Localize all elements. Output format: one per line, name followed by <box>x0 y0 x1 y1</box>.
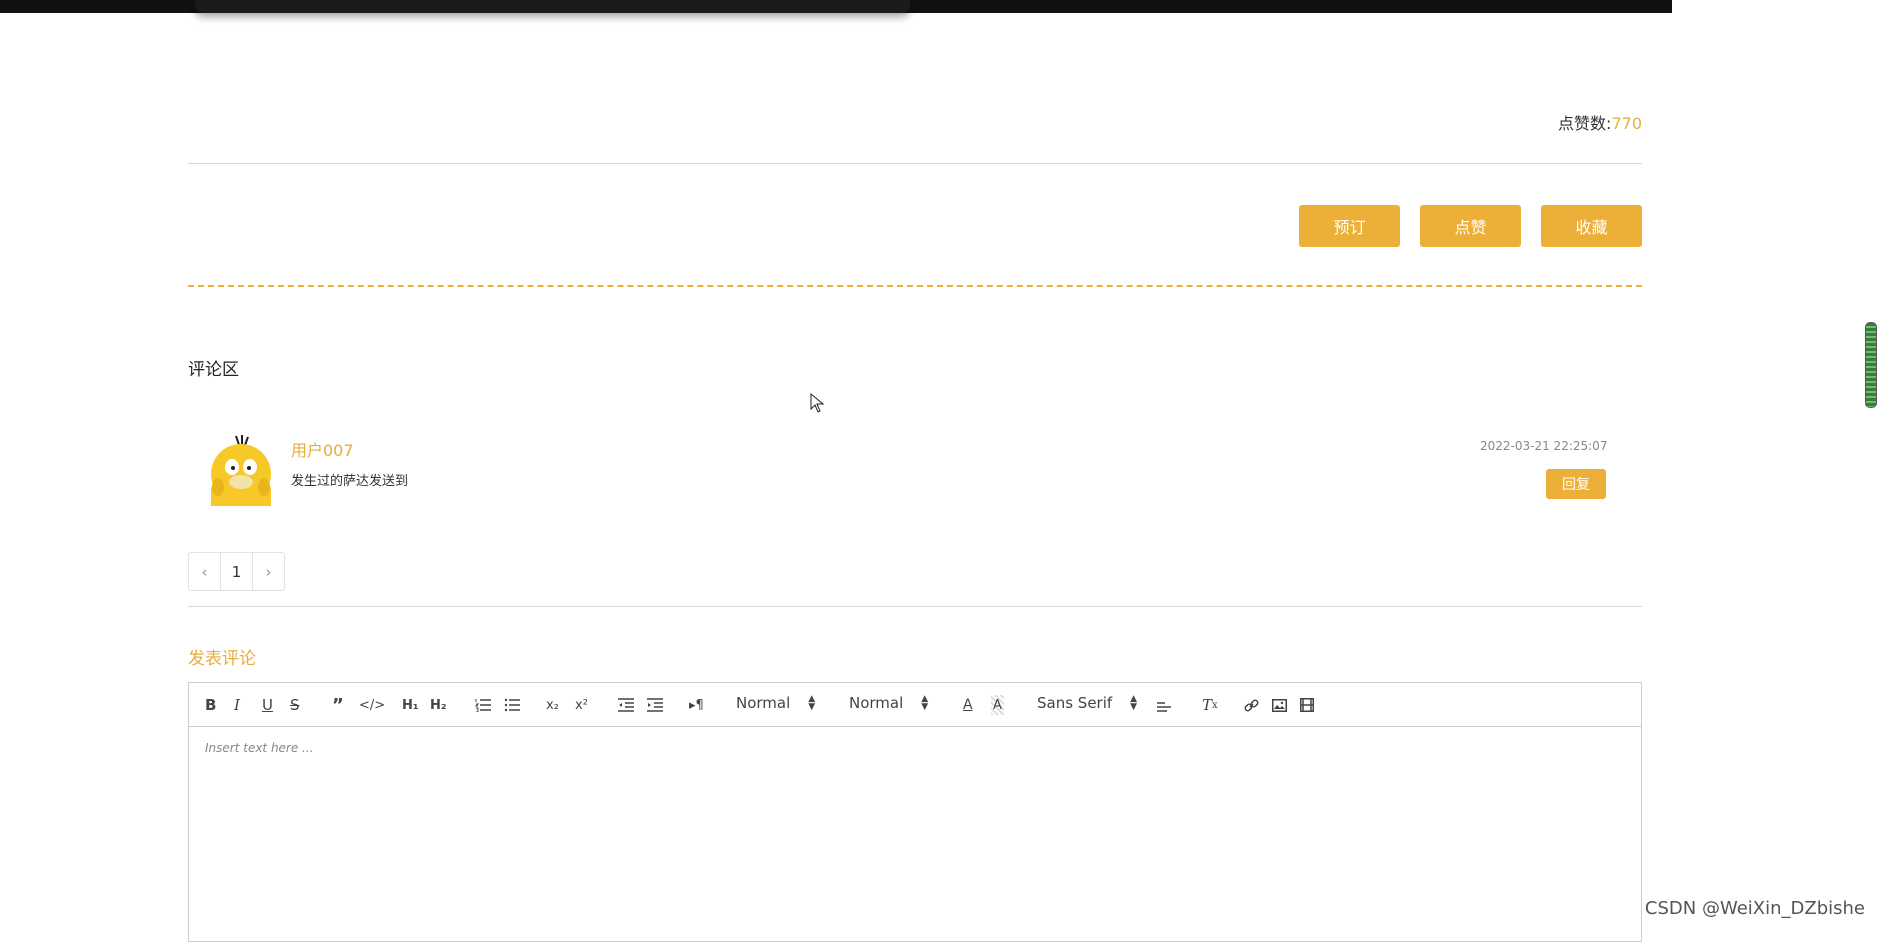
code-block-icon[interactable]: </> <box>359 695 385 715</box>
indent-icon[interactable] <box>647 695 663 715</box>
bold-icon[interactable]: B <box>205 695 216 715</box>
italic-icon[interactable]: I <box>234 695 240 715</box>
align-icon[interactable] <box>1157 695 1171 715</box>
strike-icon[interactable]: S <box>290 695 300 715</box>
subscript-icon[interactable]: x₂ <box>546 695 559 715</box>
mouse-cursor-icon <box>810 392 825 417</box>
superscript-icon[interactable]: x² <box>575 695 588 715</box>
text-color-icon[interactable]: A <box>963 695 973 715</box>
book-button[interactable]: 预订 <box>1299 205 1400 247</box>
font-select-value: Sans Serif <box>1037 694 1113 712</box>
background-color-icon[interactable]: A <box>991 695 1004 715</box>
clear-format-icon[interactable]: Tx <box>1202 695 1218 715</box>
reply-button[interactable]: 回复 <box>1546 469 1606 499</box>
divider <box>188 606 1642 607</box>
duck-avatar-icon <box>211 435 271 506</box>
top-bar <box>0 0 1672 13</box>
size-select[interactable]: Normal ▲ ▼ <box>849 694 928 712</box>
editor-toolbar: B I U S ” </> H₁ H₂ x₂ x² ▸¶ Normal ▲ ▼ N… <box>189 683 1641 727</box>
font-select[interactable]: Sans Serif ▲ ▼ <box>1037 694 1137 712</box>
header1-icon[interactable]: H₁ <box>402 695 419 715</box>
dashed-divider <box>188 285 1642 287</box>
like-label: 点赞数: <box>1558 114 1612 133</box>
page-number-button[interactable]: 1 <box>220 553 253 590</box>
underline-icon[interactable]: U <box>262 695 273 715</box>
favorite-button[interactable]: 收藏 <box>1541 205 1642 247</box>
header-select[interactable]: Normal ▲ ▼ <box>736 694 815 712</box>
rich-text-editor: B I U S ” </> H₁ H₂ x₂ x² ▸¶ Normal ▲ ▼ N… <box>188 682 1642 942</box>
size-select-value: Normal <box>849 694 904 712</box>
pagination: ‹ 1 › <box>188 552 285 591</box>
like-button[interactable]: 点赞 <box>1420 205 1521 247</box>
video-icon[interactable] <box>1300 695 1314 715</box>
divider <box>188 163 1642 164</box>
text-direction-icon[interactable]: ▸¶ <box>689 695 704 715</box>
select-arrow-icon: ▲ ▼ <box>1130 694 1138 712</box>
comment-time: 2022-03-21 22:25:07 <box>1480 439 1608 453</box>
comment-username[interactable]: 用户007 <box>291 437 354 461</box>
scrollbar-handle[interactable] <box>1865 322 1877 408</box>
image-icon[interactable] <box>1272 695 1287 715</box>
watermark: CSDN @WeiXin_DZbishe <box>1644 898 1865 919</box>
comment-text: 发生过的萨达发送到 <box>291 474 409 489</box>
ordered-list-icon[interactable] <box>475 695 491 715</box>
avatar <box>206 432 276 506</box>
next-page-button[interactable]: › <box>253 553 284 590</box>
select-arrow-icon: ▲ ▼ <box>808 694 816 712</box>
editor-input[interactable]: Insert text here ... <box>189 727 1641 769</box>
header-dropdown-card <box>195 0 910 13</box>
like-stat: 点赞数:770 <box>1558 110 1642 134</box>
header2-icon[interactable]: H₂ <box>430 695 447 715</box>
post-comment-title: 发表评论 <box>188 649 256 669</box>
comments-title: 评论区 <box>188 360 239 380</box>
select-arrow-icon: ▲ ▼ <box>921 694 929 712</box>
link-icon[interactable] <box>1244 695 1259 715</box>
prev-page-button[interactable]: ‹ <box>189 553 220 590</box>
bullet-list-icon[interactable] <box>504 695 520 715</box>
like-count: 770 <box>1611 114 1642 133</box>
header-select-value: Normal <box>736 694 791 712</box>
outdent-icon[interactable] <box>618 695 634 715</box>
blockquote-icon[interactable]: ” <box>332 695 344 716</box>
